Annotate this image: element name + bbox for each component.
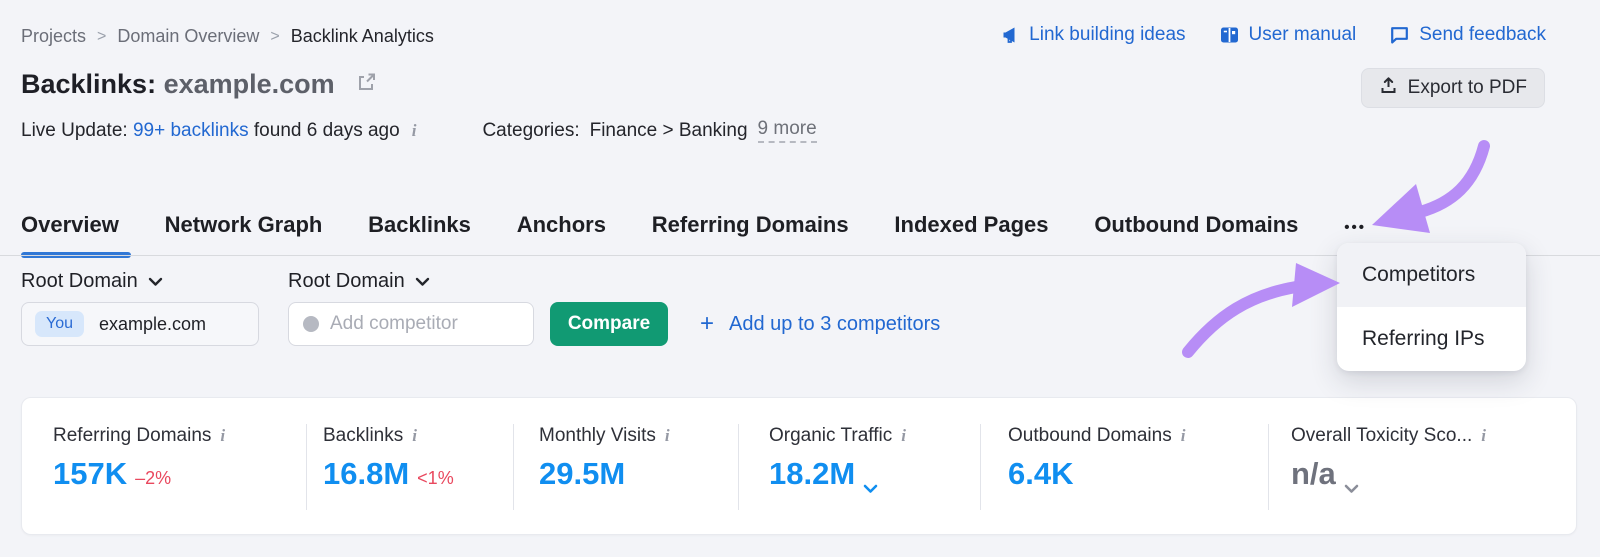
- categories: Categories: Finance > Banking 9 more: [482, 118, 817, 143]
- live-update-label: Live Update:: [21, 119, 128, 141]
- breadcrumb-separator-icon: >: [270, 27, 280, 45]
- metric-value: 16.8M: [323, 456, 410, 491]
- metric-value: 29.5M: [539, 456, 626, 491]
- root-domain-main-label: Root Domain: [21, 270, 138, 292]
- chevron-down-icon[interactable]: [863, 466, 878, 502]
- link-building-ideas-link[interactable]: Link building ideas: [1000, 24, 1186, 46]
- live-update-suffix: found 6 days ago: [253, 119, 400, 141]
- title-row: Backlinks: example.com: [21, 69, 377, 100]
- metric-label: Backlinks: [323, 425, 404, 446]
- breadcrumb-projects[interactable]: Projects: [21, 26, 86, 47]
- user-manual-link[interactable]: User manual: [1219, 24, 1357, 46]
- add-competitors-link[interactable]: + Add up to 3 competitors: [700, 302, 940, 346]
- metric-divider: [980, 424, 981, 510]
- meta-row: Live Update: 99+ backlinks found 6 days …: [21, 118, 817, 143]
- add-competitor-field[interactable]: [288, 302, 534, 346]
- metric-delta: –2%: [135, 468, 172, 488]
- chevron-down-icon: [148, 270, 163, 293]
- info-icon[interactable]: i: [1181, 426, 1186, 446]
- metric-divider: [306, 424, 307, 510]
- send-feedback-label: Send feedback: [1419, 24, 1546, 45]
- info-icon[interactable]: i: [220, 426, 225, 446]
- you-domain-chip[interactable]: You example.com: [21, 302, 259, 346]
- menu-item-referring-ips[interactable]: Referring IPs: [1337, 307, 1526, 371]
- external-link-icon[interactable]: [355, 71, 377, 98]
- book-icon: [1219, 25, 1240, 45]
- competitor-dot-icon: [303, 316, 319, 332]
- title-domain: example.com: [163, 69, 335, 99]
- link-building-ideas-label: Link building ideas: [1029, 24, 1186, 45]
- send-feedback-link[interactable]: Send feedback: [1389, 24, 1546, 46]
- export-to-pdf-button[interactable]: Export to PDF: [1360, 68, 1545, 108]
- add-competitor-input[interactable]: [330, 313, 519, 335]
- tab-outbound-domains[interactable]: Outbound Domains: [1094, 212, 1298, 238]
- metric-value: 157K: [53, 456, 128, 491]
- root-domain-select-competitor[interactable]: Root Domain: [288, 270, 430, 293]
- metric-label: Overall Toxicity Sco...: [1291, 425, 1473, 446]
- info-icon[interactable]: i: [412, 426, 417, 446]
- metric-value: n/a: [1291, 456, 1336, 491]
- you-domain-value: example.com: [99, 313, 207, 334]
- breadcrumb-current-page: Backlink Analytics: [290, 26, 434, 46]
- metric-divider: [513, 424, 514, 510]
- tab-overflow-ellipsis-icon[interactable]: •••: [1344, 219, 1366, 236]
- info-icon[interactable]: i: [901, 426, 906, 446]
- add-competitors-label: Add up to 3 competitors: [729, 312, 941, 335]
- breadcrumb: Projects > Domain Overview > Backlink An…: [21, 26, 434, 47]
- export-to-pdf-label: Export to PDF: [1407, 77, 1527, 98]
- metric-value: 18.2M: [769, 456, 856, 491]
- breadcrumb-domain-overview[interactable]: Domain Overview: [117, 26, 259, 47]
- info-icon[interactable]: i: [665, 426, 670, 446]
- backlink-analytics-page: Projects > Domain Overview > Backlink An…: [0, 0, 1600, 557]
- root-domain-competitor-label: Root Domain: [288, 270, 405, 292]
- categories-value: Finance > Banking: [589, 119, 748, 141]
- chat-bubble-icon: [1389, 25, 1410, 45]
- tab-backlinks[interactable]: Backlinks: [368, 212, 471, 238]
- root-domain-select-main[interactable]: Root Domain: [21, 270, 163, 293]
- tab-bar: Overview Network Graph Backlinks Anchors…: [21, 212, 1366, 238]
- compare-button[interactable]: Compare: [550, 302, 668, 346]
- info-icon[interactable]: i: [412, 121, 417, 141]
- menu-item-competitors[interactable]: Competitors: [1337, 243, 1526, 307]
- metric-label: Referring Domains: [53, 425, 212, 446]
- backlinks-found-link[interactable]: 99+ backlinks: [133, 120, 249, 142]
- metrics-summary-card: Referring Domains i 157K –2% Backlinks i 16…: [21, 397, 1577, 535]
- metric-delta: <1%: [417, 468, 454, 488]
- metric-label: Organic Traffic: [769, 425, 893, 446]
- metric-value: 6.4K: [1008, 456, 1074, 491]
- metric-label: Outbound Domains: [1008, 425, 1172, 446]
- breadcrumb-separator-icon: >: [97, 27, 107, 45]
- info-icon[interactable]: i: [1481, 426, 1486, 446]
- metric-label: Monthly Visits: [539, 425, 656, 446]
- metric-divider: [1268, 424, 1269, 510]
- plus-icon: +: [700, 310, 715, 337]
- title-prefix: Backlinks:: [21, 69, 157, 99]
- tab-anchors[interactable]: Anchors: [517, 212, 606, 238]
- page-title: Backlinks: example.com: [21, 69, 335, 100]
- arrow-to-competitors-icon: [1182, 263, 1340, 358]
- tab-referring-domains[interactable]: Referring Domains: [652, 212, 849, 238]
- header-links: Link building ideas User manual Send fee…: [1000, 24, 1546, 46]
- tab-overview[interactable]: Overview: [21, 212, 119, 238]
- arrow-to-ellipsis-icon: [1372, 140, 1490, 233]
- metric-divider: [738, 424, 739, 510]
- chevron-down-icon: [415, 270, 430, 293]
- you-badge: You: [35, 311, 84, 337]
- tab-network-graph[interactable]: Network Graph: [165, 212, 323, 238]
- chevron-down-icon[interactable]: [1344, 466, 1359, 502]
- megaphone-icon: [1000, 25, 1020, 45]
- user-manual-label: User manual: [1248, 24, 1357, 45]
- upload-icon: [1379, 76, 1398, 101]
- tab-indexed-pages[interactable]: Indexed Pages: [894, 212, 1048, 238]
- categories-more-link[interactable]: 9 more: [757, 118, 817, 143]
- categories-label: Categories:: [482, 119, 580, 141]
- tab-overflow-menu: Competitors Referring IPs: [1337, 243, 1526, 371]
